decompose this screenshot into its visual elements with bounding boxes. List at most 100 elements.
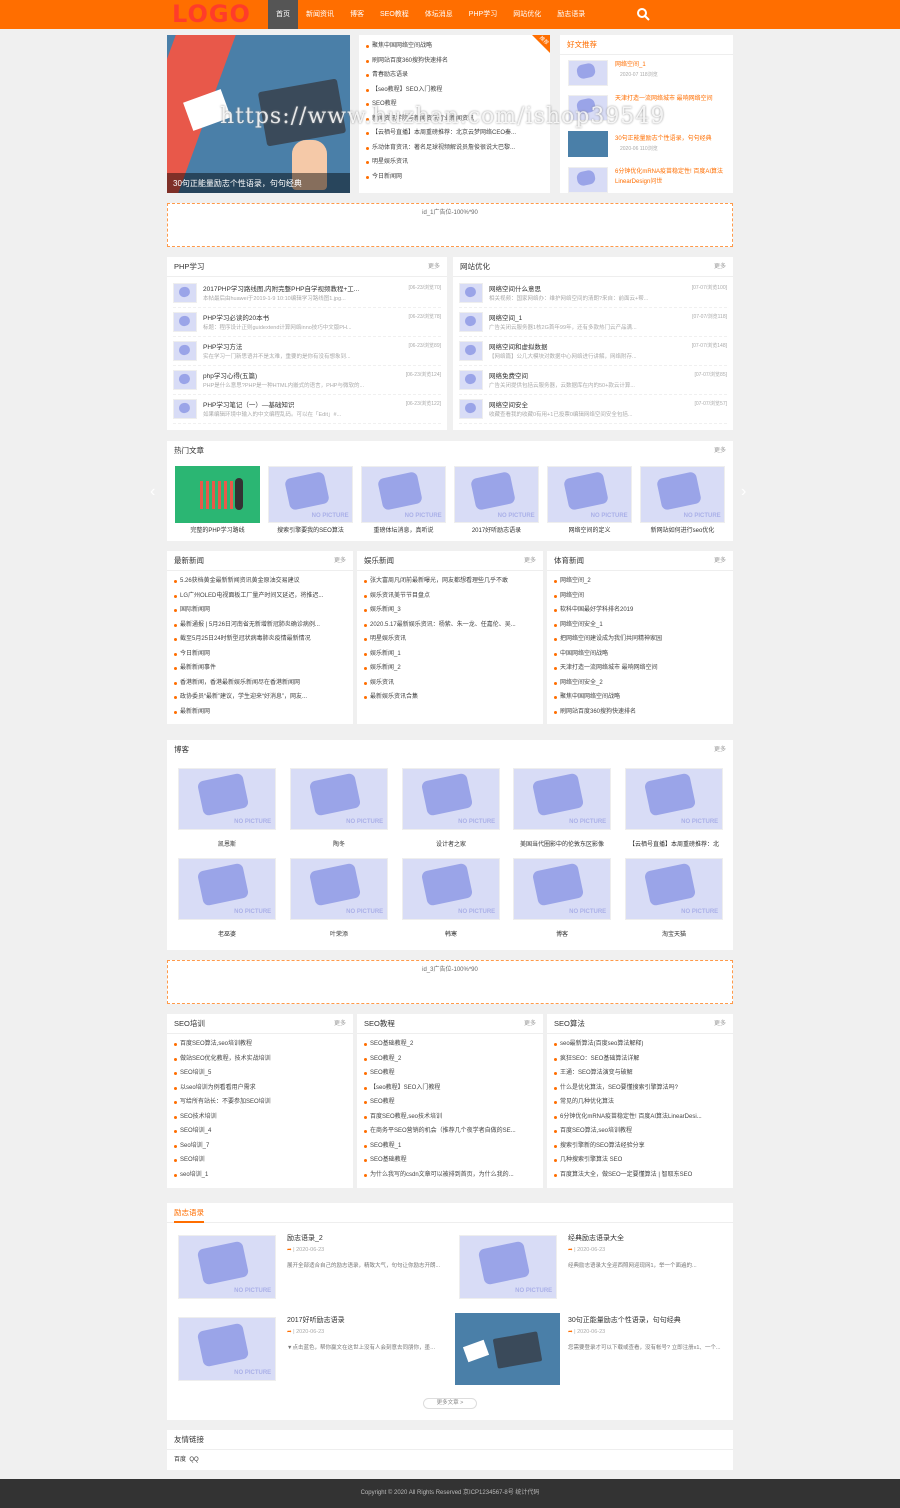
thumb-image[interactable] [173,341,197,361]
list-item[interactable]: 最新娱乐资讯合集 [363,690,537,705]
thumb-image[interactable] [178,1235,276,1299]
hot-item-label[interactable]: 搜索引擎要我的SEO算法 [268,525,353,534]
hot-item-label[interactable]: 重磅体坛消息，真听说 [361,525,446,534]
thumb-image[interactable] [513,768,611,830]
list-item[interactable]: 聚焦中国网络空间战略 [365,39,544,54]
list-item[interactable]: 2017PHP学习路线图,内附完整PHP自学视频教程+工... 本帖最后由huaw… [173,279,441,308]
item-title[interactable]: 网络空间_1 [489,312,674,322]
blog-item-label[interactable]: 陶冬 [290,839,388,848]
quote-item-title[interactable]: 励志语录_2 [287,1233,323,1243]
list-item[interactable]: 中国网络空间战略 [553,647,727,662]
list-item[interactable]: 在商务平SEO营销的机会（推荐几个夜学者自做的SE... [363,1124,537,1139]
list-item[interactable]: 截至5月25日24时新型冠状病毒肺炎疫情最新情况 [173,632,347,647]
list-item[interactable]: 明星娱乐资讯 [363,632,537,647]
nav-blog[interactable]: 博客 [342,0,372,29]
recommend-item-title[interactable]: 天津打造一流网络城市 最响网络空间 [615,95,727,104]
list-item[interactable]: 百度SEO算法,seo培训教程 [553,1124,727,1139]
thumb-image[interactable] [459,341,483,361]
thumb-image[interactable] [173,283,197,303]
list-item[interactable]: 最新新闻事件 [173,661,347,676]
more-link[interactable]: 更多 [714,740,726,760]
list-item[interactable]: SEO培训 [173,1153,347,1168]
thumb-image[interactable] [459,399,483,419]
blog-item-label[interactable]: 设计者之家 [402,839,500,848]
more-link[interactable]: 更多 [714,441,726,461]
list-item[interactable]: 刷网站百度360搜狗快速排名 [553,705,727,720]
thumb-image[interactable] [178,1317,276,1381]
list-item[interactable]: 今日新闻网 [173,647,347,662]
hot-item-label[interactable]: 2017好听励志语录 [454,525,539,534]
list-item[interactable]: php学习心得(五篇) PHP是什么意思?PHP是一种HTML内嵌式的语言，PHP… [173,366,441,395]
thumb-image[interactable] [568,131,608,157]
friend-link[interactable]: QQ [189,1457,198,1463]
list-item[interactable]: 【seo教程】SEO入门教程 [363,1081,537,1096]
list-item[interactable]: 最新通报 | 5月26日河南省无新增新冠肺炎确诊病例... [173,618,347,633]
thumb-image[interactable] [402,768,500,830]
more-link[interactable]: 更多 [714,551,726,571]
list-item[interactable]: 百度算法大全，做SEO一定要懂算法 | 智取东SEO [553,1168,727,1183]
list-item[interactable]: SEO基础教程_2 [363,1037,537,1052]
quote-item-title[interactable]: 经典励志语录大全 [568,1233,624,1243]
list-item[interactable]: seo最新算法(百度seo算法解释) [553,1037,727,1052]
list-item[interactable]: 政协委员“最新”建议，学生迎来“好消息”，网友... [173,690,347,705]
list-item[interactable]: 以seo培训为例看看用户需求 [173,1081,347,1096]
quote-item-title[interactable]: 2017好听励志语录 [287,1315,345,1325]
list-item[interactable]: 明星娱乐资讯 [365,155,544,170]
more-articles-button[interactable]: 更多文章 > [423,1398,477,1409]
item-title[interactable]: php学习心得(五篇) [203,370,388,380]
thumb-image[interactable] [568,167,608,193]
list-item[interactable]: 什么是优化算法，SEO要懂搜索引擎算法吗? [553,1081,727,1096]
list-item[interactable]: 娱乐新闻_1 [363,647,537,662]
blog-item-label[interactable]: 老巫婆 [178,929,276,938]
nav-seo[interactable]: SEO教程 [372,0,417,29]
list-item[interactable]: 最新新闻网 [173,705,347,720]
nav-news[interactable]: 新闻资讯 [298,0,342,29]
carousel-next-icon[interactable]: › [741,483,746,501]
list-item[interactable]: 网络空间_1 广告关闭云服务器1核2G首年99年，还有多款热门云产品满... [07… [459,308,727,337]
nav-quotes[interactable]: 励志语录 [549,0,593,29]
thumb-image[interactable] [459,312,483,332]
thumb-image[interactable] [175,466,260,523]
more-link[interactable]: 更多 [714,257,726,277]
list-item[interactable]: 娱乐资讯美节节目盘点 [363,589,537,604]
item-title[interactable]: PHP学习必读的20本书 [203,312,388,322]
list-item[interactable]: 香港新闻，香港最新娱乐新闻尽在香港新闻网 [173,676,347,691]
list-item[interactable]: 几种搜索引擎算法 SEO [553,1153,727,1168]
thumb-image[interactable] [173,370,197,390]
thumb-image[interactable] [454,466,539,523]
list-item[interactable]: 把网络空间建设成为我们共同精神家园 [553,632,727,647]
thumb-image[interactable] [513,858,611,920]
item-title[interactable]: 网络免费空间 [489,370,674,380]
hot-item-label[interactable]: 完整的PHP学习路线 [175,525,260,534]
more-link[interactable]: 更多 [524,1014,536,1034]
more-link[interactable]: 更多 [428,257,440,277]
more-link[interactable]: 更多 [524,551,536,571]
ad-slot-3[interactable]: id_3广告位-100%*90 [167,960,733,1004]
thumb-image[interactable] [178,858,276,920]
thumb-image[interactable] [547,466,632,523]
list-item[interactable]: SEO教程_2 [363,1052,537,1067]
list-item[interactable]: 王通：SEO算法演变与破解 [553,1066,727,1081]
list-item[interactable]: 刷网站百度360搜狗快速排名 [365,54,544,69]
thumb-image[interactable] [459,283,483,303]
list-item[interactable]: 常见的几种优化算法 [553,1095,727,1110]
nav-php[interactable]: PHP学习 [461,0,505,29]
more-link[interactable]: 更多 [714,1014,726,1034]
blog-item-label[interactable]: 美国当代圈影中的伦敦东区影像 [513,839,611,848]
ad-slot-1[interactable]: id_1广告位-100%*90 [167,203,733,247]
blog-item-label[interactable]: 博客 [513,929,611,938]
list-item[interactable]: 百度SEO教程,seo技术培训 [363,1110,537,1125]
list-item[interactable]: 搜索引擎新的SEO算法经验分享 [553,1139,727,1154]
list-item[interactable]: 网络空间_2 [553,574,727,589]
list-item[interactable]: 娱乐新闻_3 [363,603,537,618]
list-item[interactable]: 做站SEO优化教程，技术实战培训 [173,1052,347,1067]
list-item[interactable]: PHP学习方法 实在学习一门新思语并不是太难，重要的是你有没有想象到... [06-… [173,337,441,366]
blog-item-label[interactable]: 凯恩斯 [178,839,276,848]
thumb-image[interactable] [268,466,353,523]
list-item[interactable]: 今日新闻网 [365,170,544,185]
item-title[interactable]: PHP学习笔记（一）—基础知识 [203,399,388,409]
list-item[interactable]: 6分钟优化mRNA疫苗稳定性! 百度AI算法LinearDesi... [553,1110,727,1125]
list-item[interactable]: 疯狂SEO：SEO基础算法详解 [553,1052,727,1067]
list-item[interactable]: 娱乐资讯 [363,676,537,691]
site-logo[interactable]: LOGO [172,0,251,29]
